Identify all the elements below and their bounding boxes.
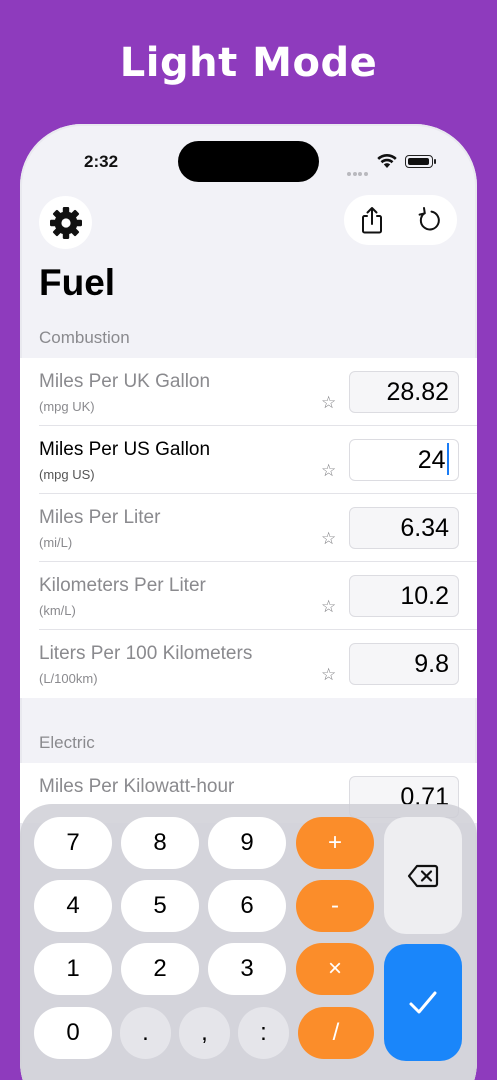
unit-name: Liters Per 100 Kilometers	[39, 643, 253, 664]
section-header-combustion: Combustion	[39, 328, 130, 347]
star-icon[interactable]: ☆	[321, 598, 336, 615]
cellular-signal-icon	[347, 158, 371, 176]
star-icon[interactable]: ☆	[321, 462, 336, 479]
value-field[interactable]: 6.34	[349, 507, 459, 549]
key-5[interactable]: 5	[121, 880, 199, 932]
list-item[interactable]: Kilometers Per Liter (km/L) ☆ 10.2	[20, 562, 477, 630]
phone-screen: 2:32 Fuel Combustion Miles Per UK Gallon…	[20, 124, 477, 1080]
done-button[interactable]	[384, 944, 462, 1061]
reset-button[interactable]	[401, 195, 457, 245]
dynamic-island	[178, 141, 319, 182]
key-decimal[interactable]: .	[120, 1007, 171, 1059]
key-2[interactable]: 2	[121, 943, 199, 995]
key-0[interactable]: 0	[34, 1007, 112, 1059]
key-1[interactable]: 1	[34, 943, 112, 995]
combustion-list: Miles Per UK Gallon (mpg UK) ☆ 28.82 Mil…	[20, 358, 477, 698]
unit-name: Miles Per Liter	[39, 507, 161, 528]
battery-icon	[405, 155, 436, 168]
key-6[interactable]: 6	[208, 880, 286, 932]
wifi-icon	[377, 154, 397, 168]
value-field-active[interactable]: 24	[349, 439, 459, 481]
unit-name: Miles Per Kilowatt-hour	[39, 776, 235, 797]
key-7[interactable]: 7	[34, 817, 112, 869]
unit-abbreviation: (mpg UK)	[39, 399, 95, 414]
key-4[interactable]: 4	[34, 880, 112, 932]
unit-abbreviation: (km/L)	[39, 603, 76, 618]
unit-name: Miles Per US Gallon	[39, 439, 211, 460]
unit-abbreviation: (mpg US)	[39, 467, 95, 482]
key-3[interactable]: 3	[208, 943, 286, 995]
settings-button[interactable]	[39, 196, 92, 249]
status-bar: 2:32	[20, 124, 477, 194]
key-8[interactable]: 8	[121, 817, 199, 869]
key-multiply[interactable]: ×	[296, 943, 374, 995]
gear-icon	[49, 206, 82, 239]
header-actions	[344, 195, 457, 245]
value-field[interactable]: 28.82	[349, 371, 459, 413]
numeric-keypad: 7 8 9 + 4 5 6 - 1 2 3 × 0 . , : /	[20, 804, 477, 1080]
key-9[interactable]: 9	[208, 817, 286, 869]
status-time: 2:32	[84, 152, 119, 171]
value-text: 24	[417, 446, 446, 474]
star-icon[interactable]: ☆	[321, 394, 336, 411]
section-header-electric: Electric	[39, 733, 95, 752]
share-icon	[362, 207, 382, 234]
unit-abbreviation: (L/100km)	[39, 671, 98, 686]
backspace-icon	[407, 864, 439, 887]
share-button[interactable]	[344, 195, 400, 245]
rotate-left-icon	[418, 207, 440, 231]
text-caret	[446, 443, 449, 476]
page-title: Fuel	[39, 262, 116, 303]
list-item[interactable]: Miles Per UK Gallon (mpg UK) ☆ 28.82	[20, 358, 477, 426]
key-plus[interactable]: +	[296, 817, 374, 869]
checkmark-icon	[409, 991, 437, 1013]
list-item[interactable]: Miles Per Liter (mi/L) ☆ 6.34	[20, 494, 477, 562]
banner-title: Light Mode	[119, 40, 378, 86]
unit-abbreviation: (mi/L)	[39, 535, 73, 550]
list-item[interactable]: Liters Per 100 Kilometers (L/100km) ☆ 9.…	[20, 630, 477, 698]
key-comma[interactable]: ,	[179, 1007, 230, 1059]
key-divide[interactable]: /	[298, 1007, 374, 1059]
delete-button[interactable]	[384, 817, 462, 934]
key-colon[interactable]: :	[238, 1007, 289, 1059]
list-item[interactable]: Miles Per US Gallon (mpg US) ☆ 24	[20, 426, 477, 494]
value-field[interactable]: 10.2	[349, 575, 459, 617]
value-field[interactable]: 9.8	[349, 643, 459, 685]
star-icon[interactable]: ☆	[321, 666, 336, 683]
key-minus[interactable]: -	[296, 880, 374, 932]
star-icon[interactable]: ☆	[321, 530, 336, 547]
unit-name: Kilometers Per Liter	[39, 575, 206, 596]
unit-name: Miles Per UK Gallon	[39, 371, 211, 392]
